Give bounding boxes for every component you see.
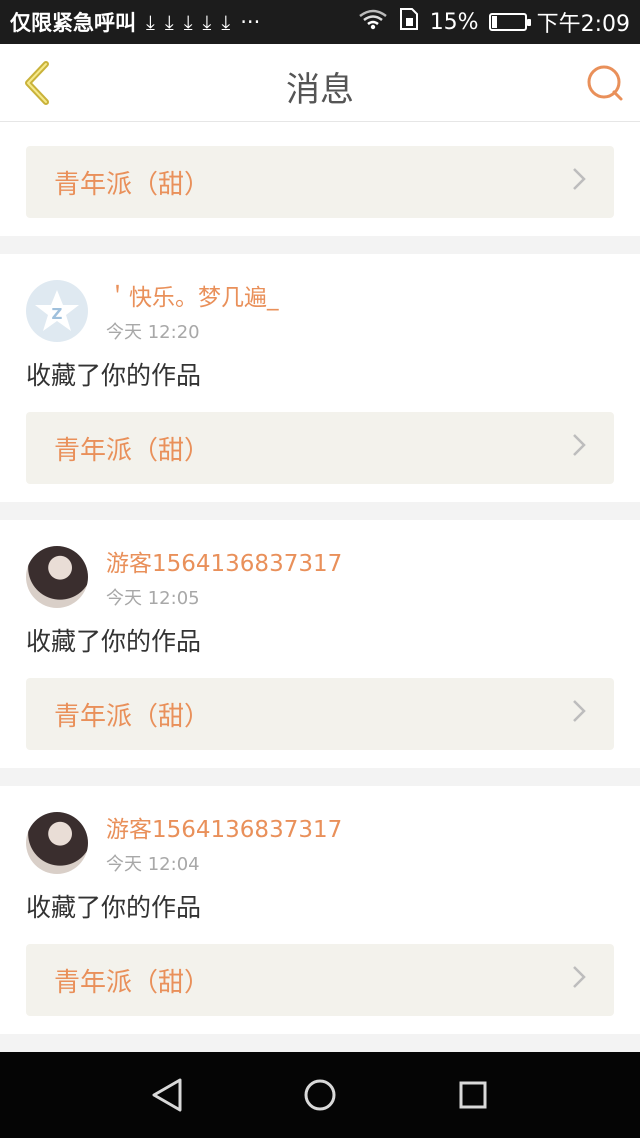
search-button[interactable] xyxy=(584,62,626,104)
action-text: 收藏了你的作品 xyxy=(26,361,202,390)
username[interactable]: ＇快乐。梦几遍_ xyxy=(106,278,279,312)
user-row: 游客1564136837317 今天 12:05 xyxy=(26,544,614,610)
notification-card: 游客1564136837317 今天 12:04 收藏了你的作品 青年派（甜） xyxy=(0,786,640,1034)
search-icon xyxy=(587,65,623,101)
notification-card-partial: 青年派（甜） xyxy=(0,122,640,236)
battery-icon xyxy=(488,13,531,31)
user-meta: 游客1564136837317 今天 12:04 xyxy=(106,810,342,876)
status-left: 仅限紧急呼叫 ⤓ ⤓ ⤓ ⤓ ⤓ ··· xyxy=(10,7,260,37)
chevron-right-icon xyxy=(572,965,586,996)
page-title: 消息 xyxy=(286,70,354,110)
app-header: 消息 xyxy=(0,44,640,122)
more-notifications-icon: ··· xyxy=(240,10,261,34)
user-row: 游客1564136837317 今天 12:04 xyxy=(26,810,614,876)
work-link[interactable]: 青年派（甜） xyxy=(26,146,614,218)
default-star-avatar-icon: Z xyxy=(35,290,79,331)
timestamp: 今天 12:05 xyxy=(106,588,200,609)
download-icon: ⤓ xyxy=(221,10,231,34)
username[interactable]: 游客1564136837317 xyxy=(106,544,342,578)
chevron-right-icon xyxy=(572,699,586,730)
download-icon: ⤓ xyxy=(183,10,193,34)
recents-square-icon xyxy=(459,1081,487,1109)
work-link[interactable]: 青年派（甜） xyxy=(26,412,614,484)
username[interactable]: 游客1564136837317 xyxy=(106,810,342,844)
battery-percent: 15% xyxy=(429,9,479,35)
work-link[interactable]: 青年派（甜） xyxy=(26,944,614,1016)
action-text: 收藏了你的作品 xyxy=(26,627,202,656)
system-nav-bar xyxy=(0,1052,640,1138)
avatar[interactable] xyxy=(26,812,88,874)
wifi-icon xyxy=(358,8,388,36)
timestamp: 今天 12:20 xyxy=(106,322,200,343)
work-title: 青年派（甜） xyxy=(54,169,211,200)
notification-card: 游客1564136837317 今天 12:05 收藏了你的作品 青年派（甜） xyxy=(0,520,640,768)
back-triangle-icon xyxy=(152,1078,182,1112)
avatar[interactable]: Z xyxy=(26,280,88,342)
download-icon: ⤓ xyxy=(164,10,174,34)
svg-text:Z: Z xyxy=(52,305,63,323)
download-icon: ⤓ xyxy=(202,10,212,34)
nav-home-button[interactable] xyxy=(290,1065,350,1125)
sim-icon xyxy=(398,7,420,37)
timestamp: 今天 12:04 xyxy=(106,854,200,875)
work-link[interactable]: 青年派（甜） xyxy=(26,678,614,750)
user-meta: ＇快乐。梦几遍_ 今天 12:20 xyxy=(106,278,279,344)
message-list[interactable]: 青年派（甜） Z ＇快乐。梦几遍_ 今天 12:20 收藏了你的作品 青年派（甜… xyxy=(0,122,640,1052)
status-bar: 仅限紧急呼叫 ⤓ ⤓ ⤓ ⤓ ⤓ ··· 15% 下午2:09 xyxy=(0,0,640,44)
work-title: 青年派（甜） xyxy=(54,435,211,466)
nav-recents-button[interactable] xyxy=(443,1065,503,1125)
clock: 下午2:09 xyxy=(536,12,630,37)
download-icon: ⤓ xyxy=(146,10,155,34)
work-title: 青年派（甜） xyxy=(54,701,211,732)
carrier-text: 仅限紧急呼叫 xyxy=(10,11,136,35)
chevron-right-icon xyxy=(572,167,586,198)
user-meta: 游客1564136837317 今天 12:05 xyxy=(106,544,342,610)
action-text: 收藏了你的作品 xyxy=(26,893,202,922)
chevron-right-icon xyxy=(572,433,586,464)
nav-back-button[interactable] xyxy=(137,1065,197,1125)
avatar[interactable] xyxy=(26,546,88,608)
user-row: Z ＇快乐。梦几遍_ 今天 12:20 xyxy=(26,278,614,344)
home-circle-icon xyxy=(304,1079,336,1111)
status-right: 15% 下午2:09 xyxy=(358,6,630,38)
work-title: 青年派（甜） xyxy=(54,967,211,998)
notification-card: Z ＇快乐。梦几遍_ 今天 12:20 收藏了你的作品 青年派（甜） xyxy=(0,254,640,502)
